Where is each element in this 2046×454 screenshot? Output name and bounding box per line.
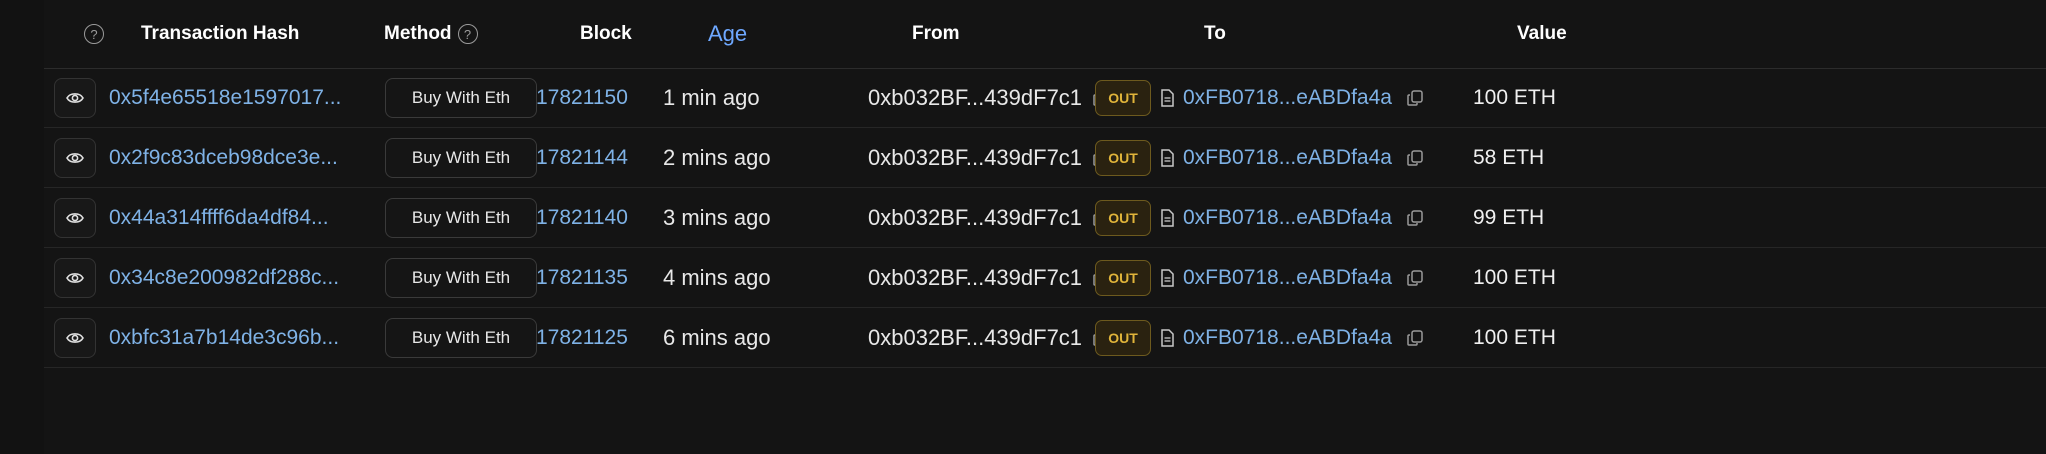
to-cell: 0xFB0718...eABDfa4a <box>1160 188 1424 247</box>
value-text: 100 ETH <box>1473 325 1556 349</box>
from-cell: 0xb032BF...439dF7c1 <box>868 128 1110 187</box>
header-transaction-hash: Transaction Hash <box>141 23 300 44</box>
block-link[interactable]: 17821135 <box>536 248 628 307</box>
left-gutter <box>0 0 45 454</box>
direction-cell: OUT <box>1095 68 1151 127</box>
eye-icon[interactable] <box>54 317 96 358</box>
help-column[interactable]: ? <box>84 0 104 68</box>
row-preview <box>54 308 96 367</box>
question-circle-icon[interactable]: ? <box>84 24 104 44</box>
copy-icon[interactable] <box>1406 209 1424 227</box>
method-badge[interactable]: Buy With Eth <box>385 317 537 358</box>
row-preview <box>54 188 96 247</box>
to-cell: 0xFB0718...eABDfa4a <box>1160 68 1424 127</box>
from-cell: 0xb032BF...439dF7c1 <box>868 68 1110 127</box>
question-circle-icon[interactable]: ? <box>457 24 478 44</box>
method-badge[interactable]: Buy With Eth <box>385 257 537 298</box>
age-text: 1 min ago <box>663 84 760 110</box>
direction-cell: OUT <box>1095 308 1151 367</box>
from-address[interactable]: 0xb032BF...439dF7c1 <box>868 85 1082 111</box>
transactions-table: ? Transaction Hash Method ? Block Age Fr… <box>44 0 2046 454</box>
copy-icon[interactable] <box>1406 269 1424 287</box>
value-text: 58 ETH <box>1473 145 1545 169</box>
document-icon <box>1160 268 1175 287</box>
block-link[interactable]: 17821144 <box>536 128 628 187</box>
from-address[interactable]: 0xb032BF...439dF7c1 <box>868 325 1082 351</box>
to-address-link[interactable]: 0xFB0718...eABDfa4a <box>1183 206 1392 230</box>
from-address[interactable]: 0xb032BF...439dF7c1 <box>868 205 1082 231</box>
block-link[interactable]: 17821125 <box>536 308 628 367</box>
eye-icon[interactable] <box>54 77 96 118</box>
document-icon <box>1160 328 1175 347</box>
out-badge: OUT <box>1095 139 1151 176</box>
value-text: 99 ETH <box>1473 205 1545 229</box>
method-cell: Buy With Eth <box>385 188 537 247</box>
method-badge[interactable]: Buy With Eth <box>385 197 537 238</box>
transaction-hash-link[interactable]: 0xbfc31a7b14de3c96b... <box>109 308 339 367</box>
to-address-link[interactable]: 0xFB0718...eABDfa4a <box>1183 266 1392 290</box>
header-value: Value <box>1517 23 1567 44</box>
header-from: From <box>912 23 960 44</box>
out-badge: OUT <box>1095 79 1151 116</box>
eye-icon[interactable] <box>54 137 96 178</box>
method-badge[interactable]: Buy With Eth <box>385 77 537 118</box>
header-method-label: Method <box>384 23 452 44</box>
table-row: 0x5f4e65518e1597017... Buy With Eth 1782… <box>44 68 2046 128</box>
to-address-link[interactable]: 0xFB0718...eABDfa4a <box>1183 326 1392 350</box>
to-cell: 0xFB0718...eABDfa4a <box>1160 248 1424 307</box>
eye-icon[interactable] <box>54 197 96 238</box>
to-cell: 0xFB0718...eABDfa4a <box>1160 128 1424 187</box>
age-text: 4 mins ago <box>663 264 771 290</box>
method-cell: Buy With Eth <box>385 68 537 127</box>
to-address-link[interactable]: 0xFB0718...eABDfa4a <box>1183 86 1392 110</box>
out-badge: OUT <box>1095 319 1151 356</box>
block-link[interactable]: 17821150 <box>536 68 628 127</box>
direction-cell: OUT <box>1095 188 1151 247</box>
transaction-hash-link[interactable]: 0x44a314ffff6da4df84... <box>109 188 329 247</box>
from-address[interactable]: 0xb032BF...439dF7c1 <box>868 145 1082 171</box>
header-to: To <box>1204 23 1226 44</box>
copy-icon[interactable] <box>1406 149 1424 167</box>
direction-cell: OUT <box>1095 128 1151 187</box>
document-icon <box>1160 88 1175 107</box>
age-text: 6 mins ago <box>663 324 771 350</box>
table-row: 0x2f9c83dceb98dce3e... Buy With Eth 1782… <box>44 128 2046 188</box>
copy-icon[interactable] <box>1406 329 1424 347</box>
document-icon <box>1160 208 1175 227</box>
method-badge[interactable]: Buy With Eth <box>385 137 537 178</box>
transaction-hash-link[interactable]: 0x34c8e200982df288c... <box>109 248 339 307</box>
header-age[interactable]: Age <box>708 0 747 68</box>
table-row: 0x34c8e200982df288c... Buy With Eth 1782… <box>44 248 2046 308</box>
row-preview <box>54 248 96 307</box>
method-cell: Buy With Eth <box>385 308 537 367</box>
row-preview <box>54 128 96 187</box>
method-cell: Buy With Eth <box>385 248 537 307</box>
from-cell: 0xb032BF...439dF7c1 <box>868 308 1110 367</box>
header-block: Block <box>580 23 632 44</box>
copy-icon[interactable] <box>1406 89 1424 107</box>
to-cell: 0xFB0718...eABDfa4a <box>1160 308 1424 367</box>
direction-cell: OUT <box>1095 248 1151 307</box>
method-cell: Buy With Eth <box>385 128 537 187</box>
value-text: 100 ETH <box>1473 85 1556 109</box>
block-link[interactable]: 17821140 <box>536 188 628 247</box>
row-preview <box>54 68 96 127</box>
table-header: ? Transaction Hash Method ? Block Age Fr… <box>44 0 2046 69</box>
age-text: 3 mins ago <box>663 204 771 230</box>
from-cell: 0xb032BF...439dF7c1 <box>868 188 1110 247</box>
age-text: 2 mins ago <box>663 144 771 170</box>
table-row: 0xbfc31a7b14de3c96b... Buy With Eth 1782… <box>44 308 2046 368</box>
header-method: Method ? <box>384 0 478 68</box>
transaction-hash-link[interactable]: 0x2f9c83dceb98dce3e... <box>109 128 338 187</box>
out-badge: OUT <box>1095 199 1151 236</box>
out-badge: OUT <box>1095 259 1151 296</box>
document-icon <box>1160 148 1175 167</box>
table-row: 0x44a314ffff6da4df84... Buy With Eth 178… <box>44 188 2046 248</box>
to-address-link[interactable]: 0xFB0718...eABDfa4a <box>1183 146 1392 170</box>
transaction-hash-link[interactable]: 0x5f4e65518e1597017... <box>109 68 341 127</box>
value-text: 100 ETH <box>1473 265 1556 289</box>
from-address[interactable]: 0xb032BF...439dF7c1 <box>868 265 1082 291</box>
eye-icon[interactable] <box>54 257 96 298</box>
from-cell: 0xb032BF...439dF7c1 <box>868 248 1110 307</box>
